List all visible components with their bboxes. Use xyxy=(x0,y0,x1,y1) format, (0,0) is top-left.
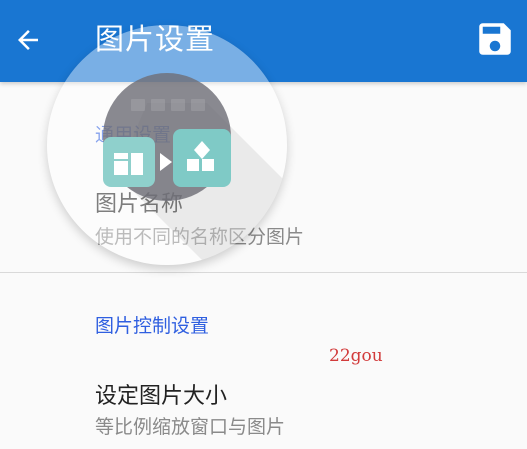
settings-list: 通用设置 图片名称 使用不同的名称区分图片 图片控制设置 设定图片大小 等比例缩… xyxy=(0,82,527,449)
app-bar: 图片设置 xyxy=(0,0,527,82)
section-header-image-control: 图片控制设置 xyxy=(95,315,210,337)
pref-item-image-name[interactable]: 图片名称 使用不同的名称区分图片 xyxy=(0,182,527,270)
pref-title: 图片名称 xyxy=(95,192,184,217)
arrow-back-icon xyxy=(18,30,38,50)
pref-item-image-size[interactable]: 设定图片大小 等比例缩放窗口与图片 xyxy=(0,372,527,449)
section-divider xyxy=(0,272,527,273)
section-header-general: 通用设置 xyxy=(95,124,172,146)
floppy-save-icon xyxy=(479,23,511,55)
pref-summary: 等比例缩放窗口与图片 xyxy=(95,416,286,438)
save-button[interactable] xyxy=(470,14,520,64)
page-title: 图片设置 xyxy=(95,22,216,56)
pref-summary: 使用不同的名称区分图片 xyxy=(95,226,305,248)
pref-title: 设定图片大小 xyxy=(95,384,228,409)
watermark-text: 22gou xyxy=(329,346,383,366)
back-button[interactable] xyxy=(6,18,50,62)
